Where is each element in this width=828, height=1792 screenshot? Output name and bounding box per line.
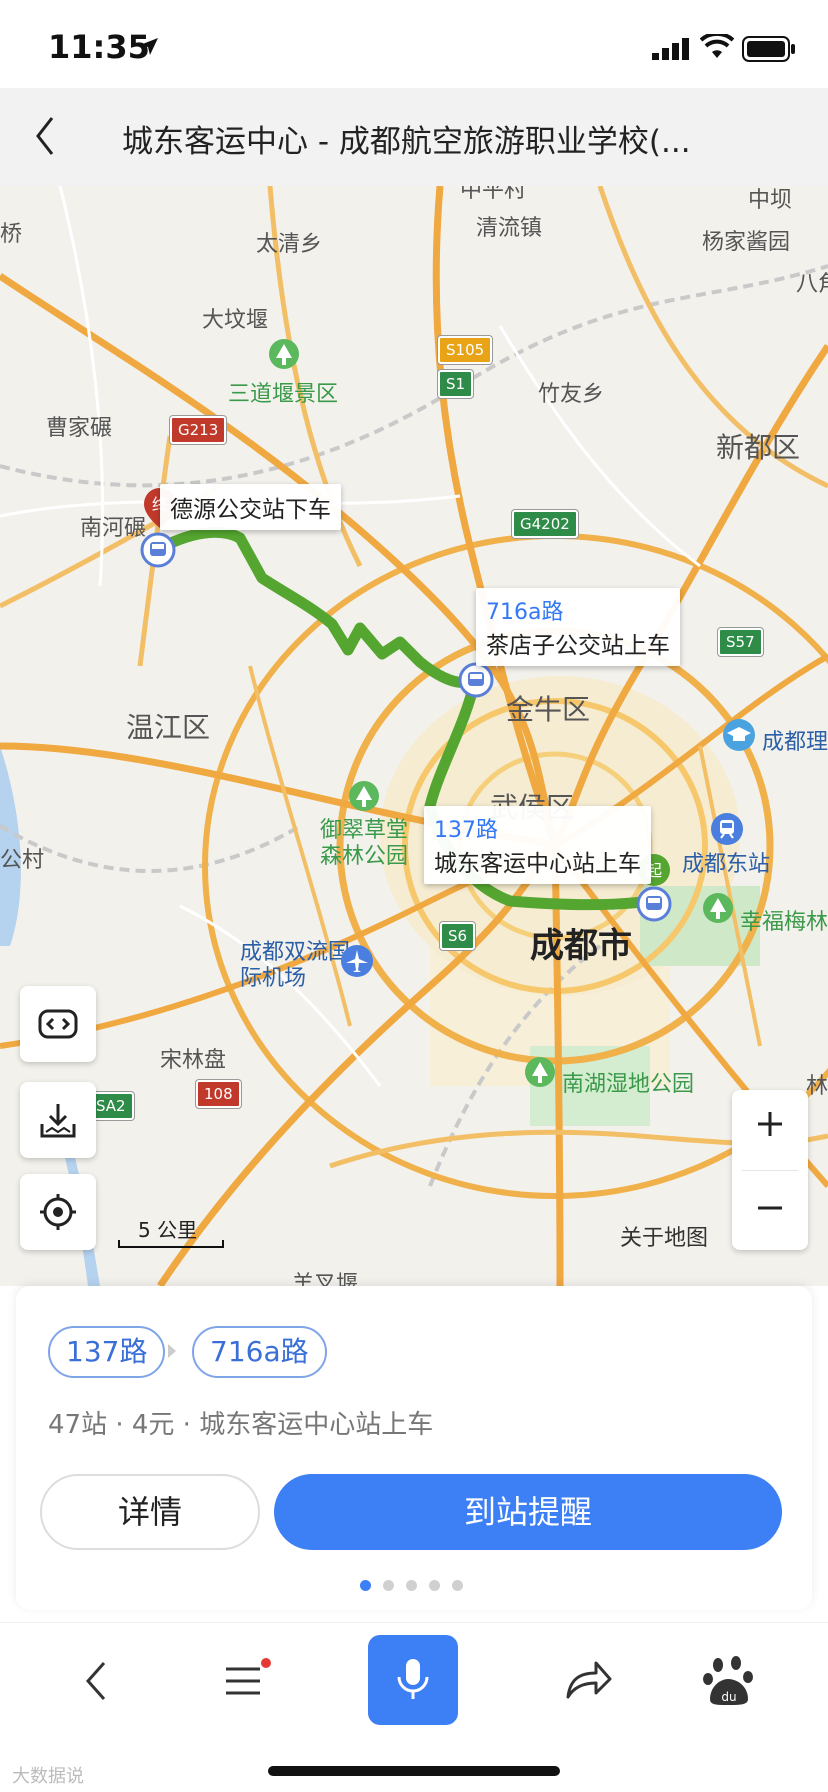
- place-label: 桥: [0, 222, 23, 247]
- place-label: 八角: [796, 272, 828, 297]
- map-base: [0, 186, 828, 1286]
- zoom-controls: [732, 1090, 808, 1250]
- route-chip-716a[interactable]: 716a路: [192, 1326, 327, 1378]
- place-label: 太清乡: [256, 232, 323, 257]
- highway-shield: G213: [170, 416, 227, 444]
- route-summary: 47站 · 4元 · 城东客运中心站上车: [48, 1410, 434, 1440]
- cellular-signal-icon: [652, 38, 689, 60]
- district-label: 温江区: [126, 711, 211, 744]
- bus-stop-icon: [458, 662, 494, 698]
- about-map-link[interactable]: 关于地图: [620, 1220, 708, 1252]
- park-tree-icon: [525, 1057, 555, 1087]
- place-label: 公村: [0, 848, 45, 873]
- district-label: 金牛区: [506, 693, 591, 726]
- offline-download-button[interactable]: [20, 1082, 96, 1158]
- park-tree-icon: [703, 893, 733, 923]
- page-dot: [429, 1580, 440, 1591]
- highway-shield: S6: [440, 922, 476, 950]
- dest-callout[interactable]: 德源公交站下车: [160, 484, 341, 530]
- page-title: 城东客运中心 - 成都航空旅游职业学校(...: [122, 124, 691, 160]
- place-label: 杨家酱园: [702, 230, 791, 255]
- baidu-paw-icon[interactable]: du: [684, 1635, 774, 1725]
- transfer-arrow-icon: [168, 1344, 176, 1358]
- place-label: 中平村: [460, 186, 527, 203]
- zoom-in-icon[interactable]: [756, 1110, 784, 1138]
- highway-shield: S1: [438, 370, 474, 398]
- page-dot-active: [360, 1580, 371, 1591]
- place-label: 林: [806, 1074, 828, 1099]
- transfer-route-label: 716a路: [486, 600, 564, 625]
- share-icon[interactable]: [540, 1635, 630, 1725]
- highway-shield: S57: [718, 628, 763, 656]
- page-dot: [383, 1580, 394, 1591]
- details-button[interactable]: 详情: [40, 1474, 260, 1550]
- origin-route-label: 137路: [434, 818, 498, 843]
- place-label: 清流镇: [476, 216, 543, 241]
- menu-icon[interactable]: [198, 1635, 288, 1725]
- highway-shield: 108: [196, 1080, 241, 1108]
- transfer-callout[interactable]: 716a路 茶店子公交站上车: [476, 588, 680, 666]
- map-view[interactable]: 太清乡 清流镇 中坝 杨家酱园 桥 八角 大坟堰 三道堰景区 竹友乡 曹家碾 新…: [0, 186, 828, 1286]
- voice-button[interactable]: [368, 1635, 458, 1725]
- scale-label: 5 公里: [138, 1218, 198, 1242]
- route-chip-137[interactable]: 137路: [48, 1326, 166, 1378]
- park-label: 幸福梅林: [740, 910, 828, 935]
- place-label: 竹友乡: [538, 382, 605, 407]
- place-label: 中坝: [748, 188, 793, 213]
- panorama-icon: [38, 1009, 78, 1039]
- bottom-toolbar: du: [0, 1622, 828, 1743]
- scenic-tree-icon: [269, 339, 299, 369]
- dest-callout-text: 德源公交站下车: [170, 497, 331, 523]
- park-tree-icon: [349, 781, 379, 811]
- origin-callout[interactable]: 137路 城东客运中心站上车: [424, 806, 651, 884]
- locate-me-button[interactable]: [20, 1174, 96, 1250]
- battery-icon: [742, 36, 795, 62]
- locate-icon: [40, 1194, 76, 1230]
- scale-bar: [118, 1240, 224, 1248]
- highway-shield: G4202: [512, 510, 578, 538]
- bus-stop-icon: [636, 886, 672, 922]
- microphone-icon: [397, 1659, 429, 1699]
- zoom-divider: [742, 1170, 798, 1171]
- park-label: 南湖湿地公园: [562, 1072, 695, 1097]
- place-label: 大坟堰: [202, 308, 269, 333]
- status-bar: 11:35: [0, 0, 828, 88]
- download-icon: [40, 1104, 76, 1138]
- park-label: 御翠草堂森林公园: [320, 818, 409, 869]
- back-arrow-icon[interactable]: [52, 1635, 142, 1725]
- transfer-callout-text: 茶店子公交站上车: [486, 633, 670, 659]
- highway-shield: S105: [438, 336, 493, 364]
- header-bar: 城东客运中心 - 成都航空旅游职业学校(...: [0, 88, 828, 187]
- airport-label: 成都双流国际机场: [240, 940, 351, 991]
- scenic-area-label: 三道堰景区: [228, 382, 339, 407]
- zoom-out-icon[interactable]: [756, 1194, 784, 1222]
- place-label: 宋林盘: [160, 1048, 227, 1073]
- bus-stop-icon: [140, 532, 176, 568]
- watermark: 大数据说: [12, 1766, 84, 1787]
- place-label: 南河碾: [80, 516, 147, 541]
- district-label: 新都区: [716, 431, 801, 464]
- location-arrow-icon: [140, 38, 158, 55]
- place-label: 曹家碾: [46, 416, 113, 441]
- place-label: 羊叉堰: [292, 1272, 359, 1286]
- home-indicator[interactable]: [268, 1766, 560, 1776]
- school-icon: [723, 719, 755, 751]
- back-chevron-icon[interactable]: [26, 108, 66, 164]
- airport-icon: [341, 945, 373, 977]
- train-station-icon: [711, 813, 743, 845]
- arrival-reminder-button[interactable]: 到站提醒: [274, 1474, 782, 1550]
- svg-text:du: du: [721, 1690, 736, 1704]
- page-dot: [406, 1580, 417, 1591]
- route-card[interactable]: 137路 716a路 47站 · 4元 · 城东客运中心站上车 详情 到站提醒: [16, 1286, 812, 1610]
- wifi-icon: [700, 34, 734, 58]
- poi-label: 成都东站: [682, 852, 771, 877]
- status-time: 11:35: [48, 28, 150, 66]
- city-label: 成都市: [530, 926, 632, 966]
- poi-label: 成都理: [762, 730, 828, 755]
- page-dot: [452, 1580, 463, 1591]
- origin-callout-text: 城东客运中心站上车: [434, 851, 641, 877]
- page-indicator: [360, 1576, 475, 1595]
- panorama-button[interactable]: [20, 986, 96, 1062]
